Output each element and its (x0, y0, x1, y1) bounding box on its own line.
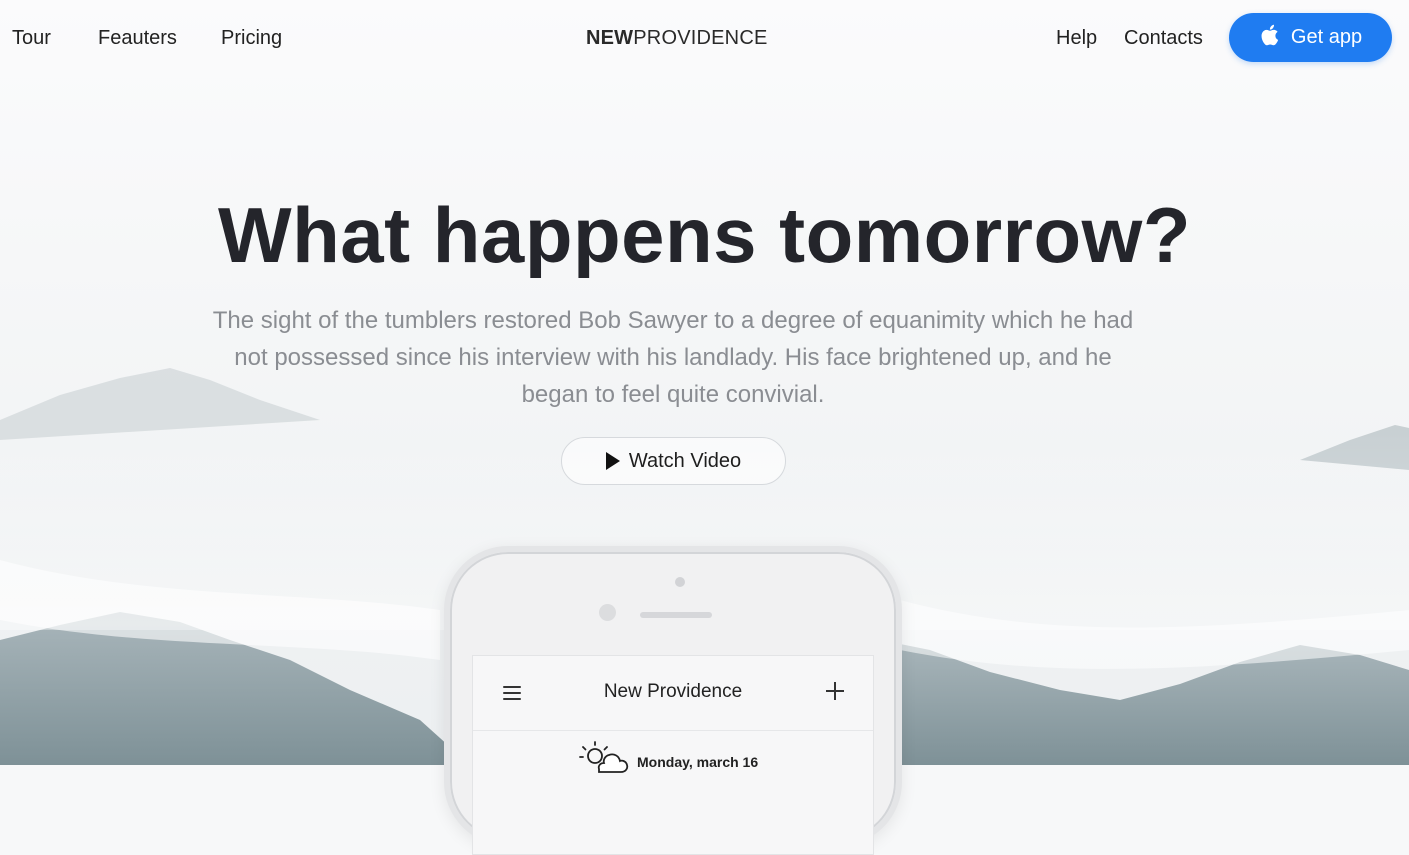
nav-link-features[interactable]: Feauters (98, 24, 177, 52)
play-icon (605, 452, 620, 470)
top-navigation: Tour Feauters Pricing NEWPROVIDENCE Help… (0, 0, 1409, 76)
sun-cloud-icon (577, 740, 629, 774)
nav-link-contacts[interactable]: Contacts (1124, 24, 1203, 52)
phone-mockup: New Providence Monday, march 16 (444, 546, 902, 855)
app-title: New Providence (603, 681, 743, 702)
phone-screen: New Providence Monday, march 16 (472, 655, 874, 855)
get-app-label: Get app (1290, 26, 1363, 48)
app-date: Monday, march 16 (637, 754, 759, 770)
apple-icon (1259, 23, 1279, 53)
hero-title: What happens tomorrow? (218, 191, 1191, 279)
nav-link-help[interactable]: Help (1056, 24, 1097, 52)
hero-subtitle: The sight of the tumblers restored Bob S… (212, 307, 1134, 408)
phone-camera (675, 577, 685, 587)
site-logo[interactable]: NEWPROVIDENCE (586, 25, 768, 51)
logo-regular-text: PROVIDENCE (633, 27, 768, 49)
phone-speaker (640, 612, 712, 618)
watch-video-button[interactable]: Watch Video (561, 437, 786, 485)
nav-link-pricing[interactable]: Pricing (221, 24, 282, 52)
plus-icon[interactable] (826, 682, 844, 700)
watch-video-label: Watch Video (628, 449, 742, 472)
get-app-button[interactable]: Get app (1229, 13, 1392, 62)
nav-link-tour[interactable]: Tour (12, 24, 51, 52)
app-header: New Providence (473, 656, 873, 731)
phone-sensor (599, 604, 616, 621)
logo-bold-text: NEW (586, 27, 634, 49)
